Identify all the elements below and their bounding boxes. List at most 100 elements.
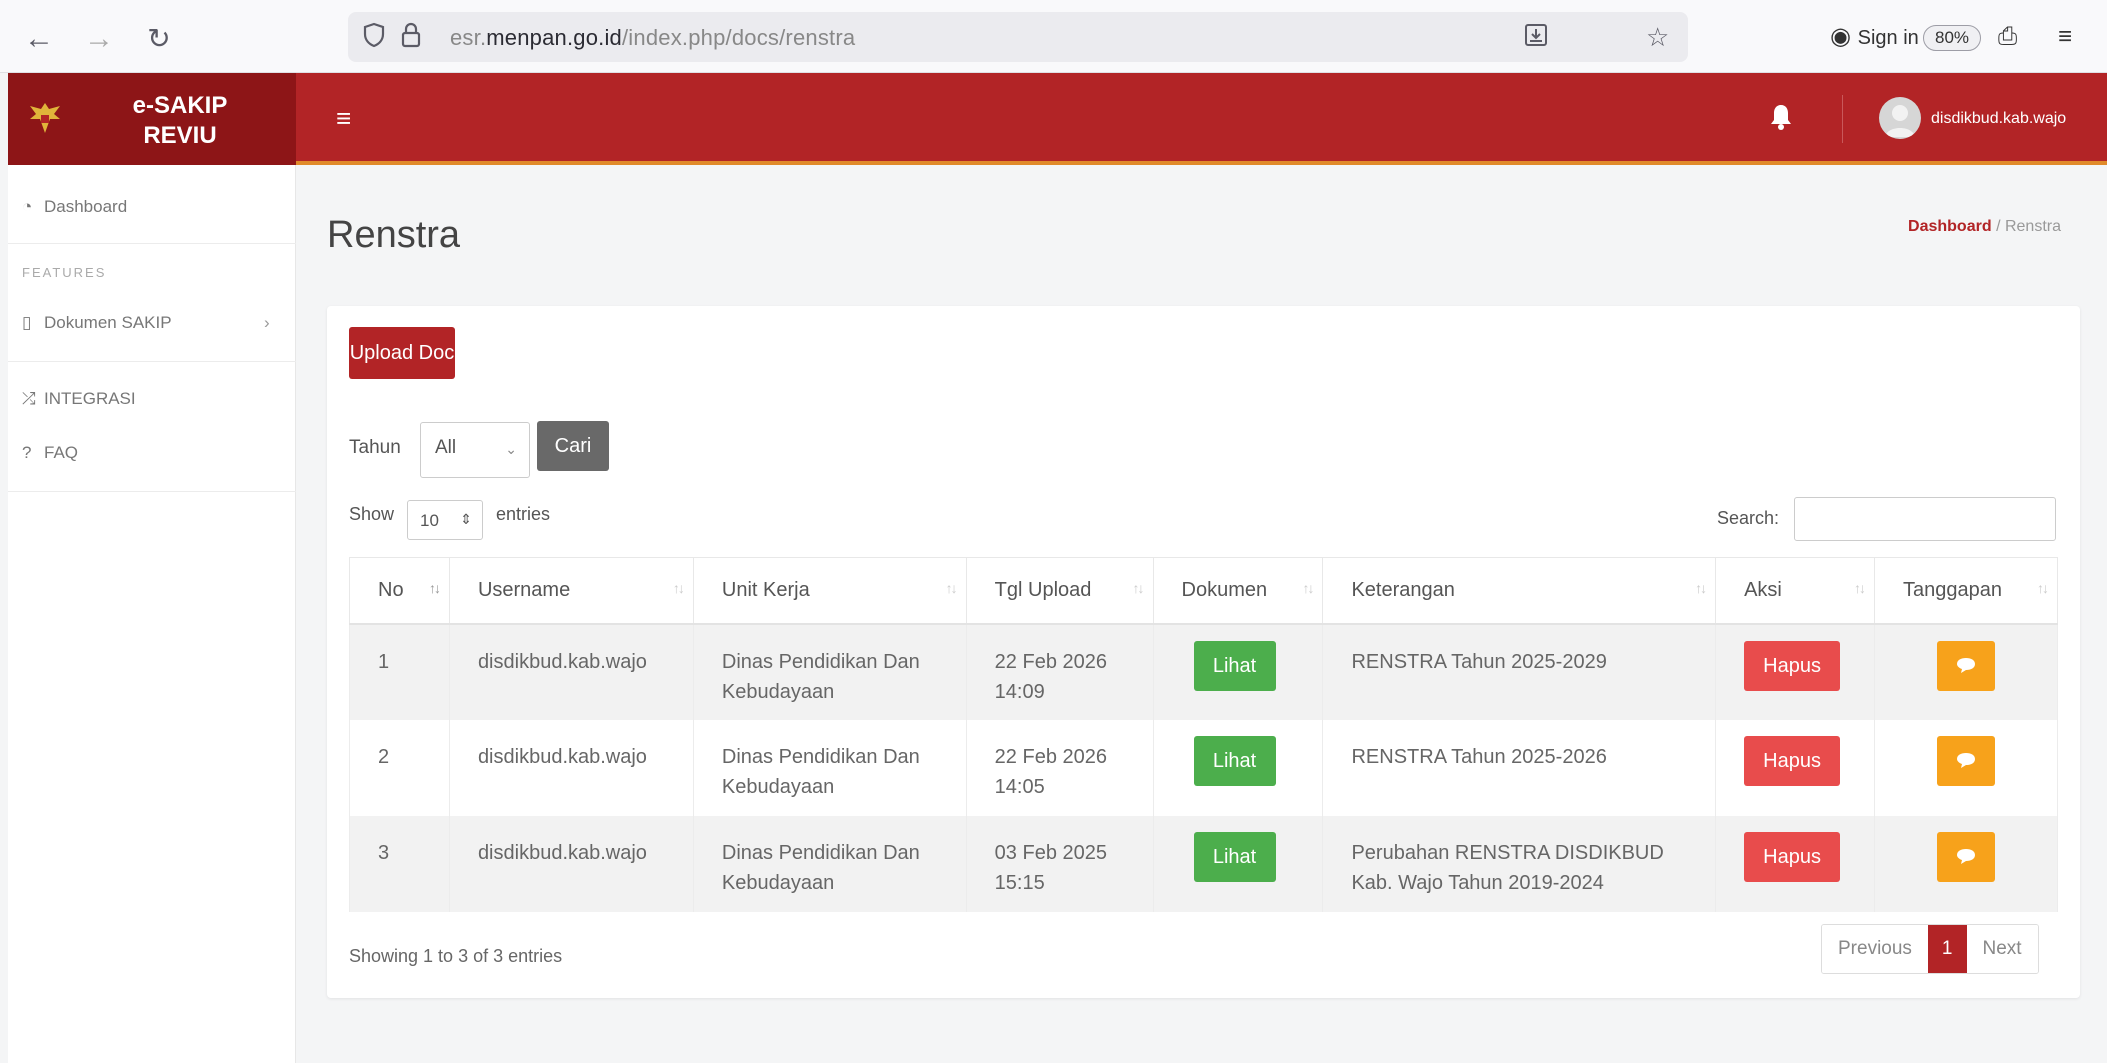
reload-icon[interactable]: ↻ [142,22,176,56]
column-header-aksi[interactable]: Aksi ↑↓ [1715,557,1876,625]
brand-line1: e-SAKIP [132,92,228,119]
column-header-dokumen[interactable]: Dokumen ↑↓ [1152,557,1324,625]
entries-length-select[interactable]: 10 ⇕ [407,500,483,540]
cell-aksi: Hapus [1715,623,1876,720]
tahun-select-value: All [435,437,457,458]
sidebar-divider [8,491,296,492]
table-header-row: No ↑↓ Username ↑↓ Unit Kerja ↑↓ Tgl Upload ↑… [349,557,2058,625]
cell-tgl-upload: 22 Feb 2026 14:05 [965,719,1154,816]
bell-icon[interactable] [1766,99,1796,133]
breadcrumb-current: Renstra [2004,218,2061,235]
cell-unit-kerja: Dinas Pendidikan Dan Kebudayaan [692,719,967,816]
garuda-emblem-icon [30,103,60,133]
cell-keterangan: RENSTRA Tahun 2025-2029 [1322,623,1717,720]
cell-username: disdikbud.kab.wajo [448,719,694,816]
column-header-tanggapan[interactable]: Tanggapan ↑↓ [1874,557,2058,625]
column-header-username[interactable]: Username ↑↓ [448,557,694,625]
cell-dokumen: Lihat [1152,815,1324,912]
cell-username: disdikbud.kab.wajo [448,623,694,720]
show-label: Show [349,504,395,524]
cell-tanggapan [1874,623,2058,720]
brand-name: e-SAKIP REVIU [120,91,240,151]
table-row: 1 disdikbud.kab.wajo Dinas Pendidikan Da… [349,623,2058,720]
menu-icon[interactable]: ≡ [2058,22,2072,52]
zoom-level[interactable]: 80% [1923,25,1981,51]
tanggapan-button[interactable] [1937,640,1996,691]
tahun-select[interactable]: All ⌄ [420,422,530,478]
brand-line2: REVIU [143,122,217,149]
bookmark-star-icon[interactable]: ☆ [1646,22,1669,52]
shuffle-icon: ⤮ [22,389,36,408]
url-text[interactable]: esr.menpan.go.id/index.php/docs/renstra [450,25,855,51]
breadcrumb: Dashboard / Renstra [1908,218,2061,236]
cell-no: 2 [349,719,450,816]
lihat-button[interactable]: Lihat [1193,831,1276,882]
sidebar-divider [8,243,296,244]
cell-dokumen: Lihat [1152,719,1324,816]
cell-tanggapan [1874,719,2058,816]
cell-tanggapan [1874,815,2058,912]
column-header-tgl-upload[interactable]: Tgl Upload ↑↓ [965,557,1154,625]
page-title: Renstra [327,214,461,256]
sidebar: ◔ Dashboard FEATURES ▯ Dokumen SAKIP › ⤮ IN… [8,165,296,1063]
header-divider [1842,95,1843,143]
chevron-right-icon: › [264,313,270,332]
tracking-shield-icon[interactable] [362,22,386,54]
sidebar-divider [8,361,296,362]
search-input[interactable] [1794,497,2056,541]
forward-arrow-icon[interactable]: → [82,22,116,56]
sort-icon: ↑↓ [672,580,685,596]
tahun-label: Tahun [349,437,401,458]
sidebar-item-dashboard[interactable]: ◔ Dashboard [22,197,127,217]
column-header-no[interactable]: No ↑↓ [349,557,450,625]
sidebar-item-dokumen-sakip[interactable]: ▯ Dokumen SAKIP › [22,313,282,333]
brand-logo-area[interactable]: e-SAKIP REVIU [8,73,296,165]
previous-page-button[interactable]: Previous [1822,925,1928,973]
sort-icon: ↑↓ [1302,580,1314,596]
lock-icon[interactable] [400,22,422,54]
lihat-button[interactable]: Lihat [1193,735,1276,786]
table-row: 2 disdikbud.kab.wajo Dinas Pendidikan Da… [349,719,2058,816]
save-page-icon[interactable] [1523,22,1549,54]
sidebar-item-label: Dokumen SAKIP [44,313,172,332]
entries-label: entries [496,504,551,524]
cell-username: disdikbud.kab.wajo [448,815,694,912]
document-icon: ▯ [22,313,32,332]
sidebar-item-faq[interactable]: ? FAQ [22,443,78,463]
cell-unit-kerja: Dinas Pendidikan Dan Kebudayaan [692,623,967,720]
cell-no: 3 [349,815,450,912]
cell-no: 1 [349,623,450,720]
cell-aksi: Hapus [1715,719,1876,816]
cell-tgl-upload: 03 Feb 2025 15:15 [965,815,1154,912]
lihat-button[interactable]: Lihat [1193,640,1276,691]
breadcrumb-separator: / [1996,218,2001,235]
page-1-button[interactable]: 1 [1927,925,1967,973]
sidebar-item-integrasi[interactable]: ⤮ INTEGRASI [22,389,136,409]
comment-icon [1957,848,1976,864]
hapus-button[interactable]: Hapus [1744,735,1841,786]
cell-aksi: Hapus [1715,815,1876,912]
column-header-unit-kerja[interactable]: Unit Kerja ↑↓ [692,557,967,625]
upload-doc-button[interactable]: Upload Doc [349,327,455,379]
sign-in-button[interactable]: ◉ Sign in [1830,22,1919,53]
cell-dokumen: Lihat [1152,623,1324,720]
user-menu-name[interactable]: disdikbud.kab.wajo [1931,110,2066,128]
tanggapan-button[interactable] [1937,735,1996,786]
hapus-button[interactable]: Hapus [1744,640,1841,691]
hapus-button[interactable]: Hapus [1744,831,1841,882]
next-page-button[interactable]: Next [1966,925,2038,973]
cell-unit-kerja: Dinas Pendidikan Dan Kebudayaan [692,815,967,912]
column-header-keterangan[interactable]: Keterangan ↑↓ [1322,557,1717,625]
breadcrumb-home[interactable]: Dashboard [1908,218,1992,235]
hamburger-menu-icon[interactable]: ≡ [336,103,351,134]
back-arrow-icon[interactable]: ← [22,22,56,56]
sidebar-item-label: FAQ [44,443,79,462]
avatar[interactable] [1879,97,1921,139]
sort-icon: ↑↓ [1854,580,1866,596]
cari-button[interactable]: Cari [537,421,609,471]
address-bar[interactable]: esr.menpan.go.id/index.php/docs/renstra … [348,12,1981,62]
tanggapan-button[interactable] [1937,831,1996,882]
app-header: ≡ disdikbud.kab.wajo [296,73,2107,165]
extensions-icon[interactable]: ⎙ [1998,22,2017,52]
entries-length-value: 10 [420,511,439,530]
